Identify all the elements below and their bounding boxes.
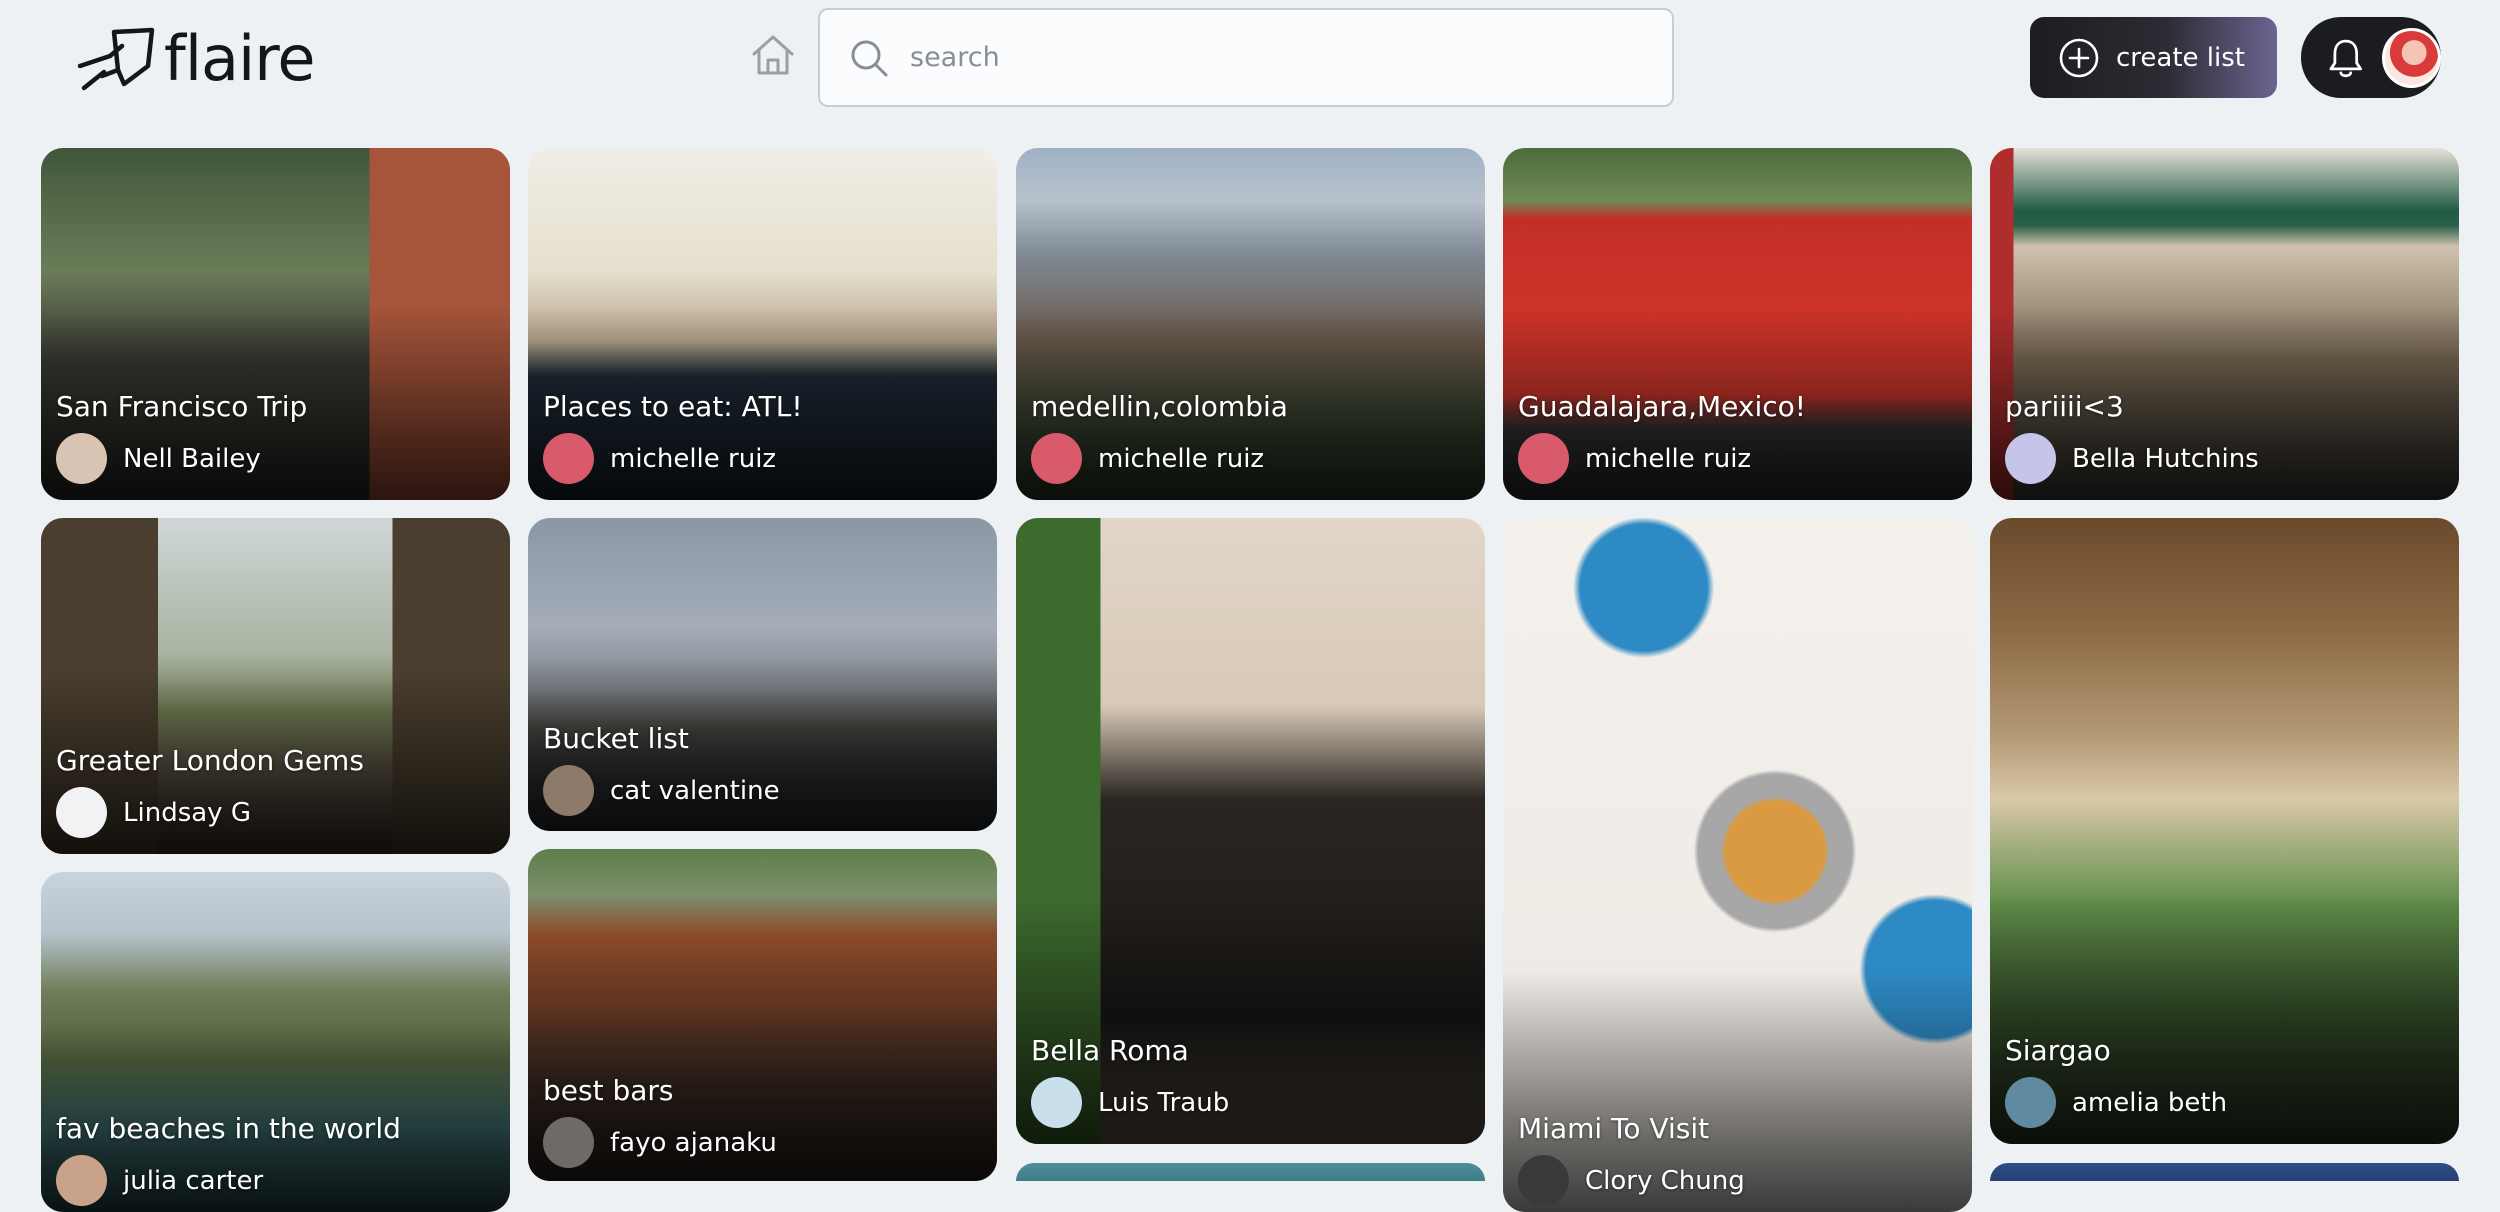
search-input[interactable]: [910, 42, 1610, 73]
avatar: [1518, 433, 1569, 484]
list-title: Guadalajara,Mexico!: [1518, 390, 1806, 423]
rocket-logo-icon: [77, 27, 155, 90]
search-icon: [851, 40, 888, 76]
avatar: [543, 765, 594, 816]
avatar: [2005, 433, 2056, 484]
list-card-bella-roma[interactable]: Bella Roma Luis Traub: [1016, 518, 1485, 1144]
owner-name: michelle ruiz: [1585, 443, 1752, 474]
list-card-medellin-colombia[interactable]: medellin,colombia michelle ruiz: [1016, 148, 1485, 500]
avatar: [56, 787, 107, 838]
top-bar: flaire create list: [0, 0, 2500, 118]
list-title: Siargao: [2005, 1034, 2111, 1067]
list-card-partial[interactable]: [1990, 1163, 2459, 1181]
owner-name: Bella Hutchins: [2072, 443, 2259, 474]
avatar: [543, 1117, 594, 1168]
user-controls: [2301, 17, 2441, 98]
brand-logo[interactable]: flaire: [74, 22, 316, 95]
list-card-miami-to-visit[interactable]: Miami To Visit Clory Chung: [1503, 518, 1972, 1212]
list-owner: amelia beth: [2005, 1077, 2227, 1128]
list-title: best bars: [543, 1074, 674, 1107]
list-owner: fayo ajanaku: [543, 1117, 777, 1168]
list-title: Greater London Gems: [56, 744, 364, 777]
list-title: San Francisco Trip: [56, 390, 308, 423]
list-card-greater-london-gems[interactable]: Greater London Gems Lindsay G: [41, 518, 510, 854]
list-owner: michelle ruiz: [1031, 433, 1264, 484]
brand-name: flaire: [164, 22, 316, 95]
list-owner: Luis Traub: [1031, 1077, 1229, 1128]
list-card-siargao[interactable]: Siargao amelia beth: [1990, 518, 2459, 1144]
list-owner: Lindsay G: [56, 787, 251, 838]
list-card-places-to-eat-atl[interactable]: Places to eat: ATL! michelle ruiz: [528, 148, 997, 500]
list-card-fav-beaches[interactable]: fav beaches in the world julia carter: [41, 872, 510, 1212]
list-card-bucket-list[interactable]: Bucket list cat valentine: [528, 518, 997, 831]
avatar: [1031, 1077, 1082, 1128]
list-title: Places to eat: ATL!: [543, 390, 803, 423]
list-title: pariiii<3: [2005, 390, 2124, 423]
list-title: Bucket list: [543, 722, 689, 755]
list-title: fav beaches in the world: [56, 1112, 401, 1145]
cover-image: [1016, 1163, 1485, 1181]
plus-circle-icon: [2059, 38, 2099, 77]
owner-name: michelle ruiz: [610, 443, 777, 474]
list-card-san-francisco-trip[interactable]: San Francisco Trip Nell Bailey: [41, 148, 510, 500]
list-owner: Bella Hutchins: [2005, 433, 2259, 484]
search-bar: [818, 8, 1674, 107]
list-owner: Nell Bailey: [56, 433, 261, 484]
home-icon[interactable]: [748, 30, 798, 80]
avatar: [56, 433, 107, 484]
avatar: [2005, 1077, 2056, 1128]
owner-name: fayo ajanaku: [610, 1127, 777, 1158]
avatar: [1031, 433, 1082, 484]
list-card-partial[interactable]: [1016, 1163, 1485, 1181]
list-owner: cat valentine: [543, 765, 780, 816]
owner-name: Lindsay G: [123, 797, 251, 828]
owner-name: Luis Traub: [1098, 1087, 1230, 1118]
owner-name: amelia beth: [2072, 1087, 2228, 1118]
list-title: Bella Roma: [1031, 1034, 1189, 1067]
owner-name: michelle ruiz: [1098, 443, 1265, 474]
list-owner: michelle ruiz: [1518, 433, 1751, 484]
list-card-best-bars[interactable]: best bars fayo ajanaku: [528, 849, 997, 1181]
avatar[interactable]: [2381, 27, 2441, 88]
list-card-pariiii[interactable]: pariiii<3 Bella Hutchins: [1990, 148, 2459, 500]
create-list-button[interactable]: create list: [2030, 17, 2277, 98]
list-owner: michelle ruiz: [543, 433, 776, 484]
bell-icon[interactable]: [2324, 36, 2368, 80]
avatar: [543, 433, 594, 484]
owner-name: cat valentine: [610, 775, 780, 806]
cover-image: [1990, 1163, 2459, 1181]
create-list-label: create list: [2116, 42, 2245, 73]
list-card-guadalajara-mexico[interactable]: Guadalajara,Mexico! michelle ruiz: [1503, 148, 1972, 500]
owner-name: Nell Bailey: [123, 443, 261, 474]
list-title: medellin,colombia: [1031, 390, 1288, 423]
list-title: Miami To Visit: [1518, 1112, 1710, 1145]
